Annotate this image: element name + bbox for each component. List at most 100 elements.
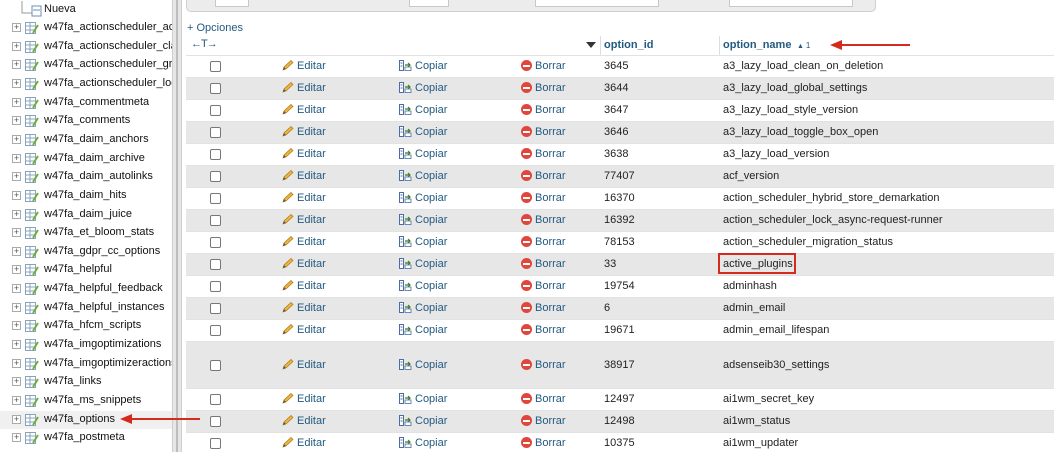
expand-icon[interactable]: + [12, 60, 21, 69]
edit-link[interactable]: Editar [282, 192, 326, 204]
edit-link[interactable]: Editar [282, 359, 326, 371]
nav-table-item[interactable]: + w47fa_gdpr_cc_options [0, 243, 172, 261]
expand-icon[interactable]: + [12, 377, 21, 386]
edit-link[interactable]: Editar [282, 280, 326, 292]
cell-option-name[interactable]: adsenseib30_settings [723, 359, 829, 371]
nav-table-item[interactable]: + w47fa_imgoptimizeractions [0, 355, 172, 373]
row-checkbox[interactable] [210, 325, 221, 336]
expand-icon[interactable]: + [12, 191, 21, 200]
row-checkbox[interactable] [210, 215, 221, 226]
cell-option-name[interactable]: admin_email [723, 302, 785, 314]
row-checkbox[interactable] [210, 303, 221, 314]
expand-icon[interactable]: + [12, 135, 21, 144]
nav-table-item[interactable]: + w47fa_daim_anchors [0, 131, 172, 149]
edit-link[interactable]: Editar [282, 393, 326, 405]
copy-link[interactable]: Copiar [399, 258, 447, 270]
nav-table-item[interactable]: + w47fa_actionscheduler_cla [0, 38, 172, 56]
delete-link[interactable]: Borrar [521, 126, 566, 138]
expand-icon[interactable]: + [12, 265, 21, 274]
cell-option-name[interactable]: action_scheduler_lock_async-request-runn… [723, 214, 943, 226]
cell-option-name[interactable]: action_scheduler_hybrid_store_demarkatio… [723, 192, 939, 204]
copy-link[interactable]: Copiar [399, 302, 447, 314]
delete-link[interactable]: Borrar [521, 359, 566, 371]
cell-option-name[interactable]: a3_lazy_load_style_version [723, 104, 858, 116]
row-checkbox[interactable] [210, 438, 221, 449]
copy-link[interactable]: Copiar [399, 82, 447, 94]
copy-link[interactable]: Copiar [399, 437, 447, 449]
expand-icon[interactable]: + [12, 98, 21, 107]
nav-table-item[interactable]: + w47fa_helpful [0, 261, 172, 279]
edit-link[interactable]: Editar [282, 60, 326, 72]
cell-option-name[interactable]: a3_lazy_load_clean_on_deletion [723, 60, 883, 72]
copy-link[interactable]: Copiar [399, 236, 447, 248]
column-arrows-icon[interactable]: ←T→ [191, 38, 218, 50]
expand-icon[interactable]: + [12, 396, 21, 405]
cell-option-name[interactable]: action_scheduler_migration_status [723, 236, 893, 248]
delete-link[interactable]: Borrar [521, 437, 566, 449]
delete-link[interactable]: Borrar [521, 236, 566, 248]
row-checkbox[interactable] [210, 237, 221, 248]
row-checkbox[interactable] [210, 281, 221, 292]
row-checkbox[interactable] [210, 127, 221, 138]
edit-link[interactable]: Editar [282, 170, 326, 182]
edit-link[interactable]: Editar [282, 437, 326, 449]
copy-link[interactable]: Copiar [399, 280, 447, 292]
edit-link[interactable]: Editar [282, 104, 326, 116]
options-link[interactable]: + Opciones [187, 22, 243, 34]
copy-link[interactable]: Copiar [399, 148, 447, 160]
delete-link[interactable]: Borrar [521, 415, 566, 427]
row-checkbox[interactable] [210, 61, 221, 72]
cell-option-name[interactable]: a3_lazy_load_toggle_box_open [723, 126, 878, 138]
edit-link[interactable]: Editar [282, 82, 326, 94]
edit-link[interactable]: Editar [282, 148, 326, 160]
edit-link[interactable]: Editar [282, 302, 326, 314]
nav-table-item[interactable]: + w47fa_ms_snippets [0, 392, 172, 410]
delete-link[interactable]: Borrar [521, 393, 566, 405]
cell-option-name[interactable]: a3_lazy_load_version [723, 148, 829, 160]
cell-option-name[interactable]: ai1wm_updater [723, 437, 798, 449]
column-header-option-name[interactable]: option_name [723, 39, 791, 51]
delete-link[interactable]: Borrar [521, 82, 566, 94]
delete-link[interactable]: Borrar [521, 258, 566, 270]
nav-table-item[interactable]: + w47fa_daim_hits [0, 187, 172, 205]
expand-icon[interactable]: + [12, 321, 21, 330]
nav-table-item[interactable]: + w47fa_daim_juice [0, 206, 172, 224]
expand-icon[interactable]: + [12, 284, 21, 293]
cell-option-name[interactable]: ai1wm_secret_key [723, 393, 814, 405]
delete-link[interactable]: Borrar [521, 60, 566, 72]
copy-link[interactable]: Copiar [399, 126, 447, 138]
nav-table-item[interactable]: + w47fa_actionscheduler_act [0, 19, 172, 37]
expand-icon[interactable]: + [12, 359, 21, 368]
copy-link[interactable]: Copiar [399, 214, 447, 226]
edit-link[interactable]: Editar [282, 415, 326, 427]
sort-dropdown-icon[interactable] [586, 42, 596, 48]
delete-link[interactable]: Borrar [521, 302, 566, 314]
expand-icon[interactable]: + [12, 433, 21, 442]
copy-link[interactable]: Copiar [399, 60, 447, 72]
copy-link[interactable]: Copiar [399, 324, 447, 336]
expand-icon[interactable]: + [12, 23, 21, 32]
cell-option-name[interactable]: acf_version [723, 170, 779, 182]
delete-link[interactable]: Borrar [521, 192, 566, 204]
row-checkbox[interactable] [210, 360, 221, 371]
expand-icon[interactable]: + [12, 340, 21, 349]
row-checkbox[interactable] [210, 193, 221, 204]
cell-option-name[interactable]: a3_lazy_load_global_settings [723, 82, 867, 94]
row-checkbox[interactable] [210, 259, 221, 270]
nav-table-item[interactable]: + w47fa_commentmeta [0, 94, 172, 112]
expand-icon[interactable]: + [12, 154, 21, 163]
copy-link[interactable]: Copiar [399, 415, 447, 427]
delete-link[interactable]: Borrar [521, 214, 566, 226]
copy-link[interactable]: Copiar [399, 170, 447, 182]
nav-table-item[interactable]: + w47fa_daim_autolinks [0, 168, 172, 186]
nav-table-item[interactable]: + w47fa_actionscheduler_gro [0, 56, 172, 74]
nav-table-item[interactable]: + w47fa_helpful_instances [0, 299, 172, 317]
copy-link[interactable]: Copiar [399, 359, 447, 371]
expand-icon[interactable]: + [12, 247, 21, 256]
expand-icon[interactable]: + [12, 415, 21, 424]
expand-icon[interactable]: + [12, 42, 21, 51]
edit-link[interactable]: Editar [282, 214, 326, 226]
expand-icon[interactable]: + [12, 79, 21, 88]
filter-field-2[interactable] [409, 0, 449, 7]
row-checkbox[interactable] [210, 171, 221, 182]
